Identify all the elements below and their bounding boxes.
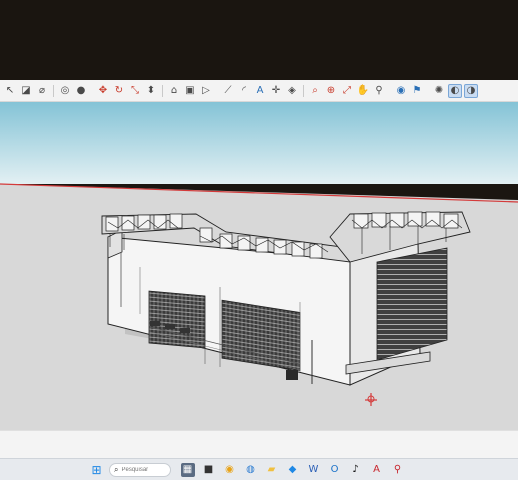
look-around-icon[interactable]: ◉ — [394, 84, 408, 98]
sketchup-icon[interactable]: ⚲ — [391, 463, 405, 477]
edge-icon[interactable]: ◍ — [244, 463, 258, 477]
section-plane-icon[interactable]: ◈ — [285, 84, 299, 98]
tiktok-icon[interactable]: ♪ — [349, 463, 363, 477]
paint-bucket-icon[interactable]: ⌂ — [167, 84, 181, 98]
select-icon[interactable]: ↖ — [3, 84, 17, 98]
fog-icon[interactable]: ◐ — [448, 83, 462, 98]
zoom-extents-icon[interactable]: ⤢ — [340, 84, 354, 98]
store-icon[interactable]: ◆ — [286, 463, 300, 477]
windows-taskbar: ⊞ ⌕ ▦ ■ ◉ ◍ ▰ ◆ W O ♪ A ⚲ — [0, 458, 518, 480]
user-icon[interactable]: ● — [74, 84, 88, 98]
3d-viewport[interactable] — [0, 102, 518, 430]
pan-icon[interactable]: ✋ — [356, 84, 370, 98]
shadows-icon[interactable]: ✺ — [432, 84, 446, 98]
orbit-icon[interactable]: ◎ — [58, 84, 72, 98]
status-bar — [0, 430, 518, 458]
push-pull-icon[interactable]: ⬍ — [144, 84, 158, 98]
recording-letterbox — [0, 0, 518, 80]
search-icon: ⌕ — [114, 464, 119, 474]
axes-icon[interactable]: ✛ — [269, 84, 283, 98]
eraser-icon[interactable]: ◪ — [19, 84, 33, 98]
move-icon[interactable]: ✥ — [96, 84, 110, 98]
taskbar-search-input[interactable] — [121, 466, 166, 473]
widgets-icon[interactable]: ▦ — [180, 462, 195, 477]
text-icon[interactable]: A — [253, 84, 267, 98]
word-icon[interactable]: W — [307, 463, 321, 477]
zoom-window-icon[interactable]: ⊕ — [324, 84, 338, 98]
rotate-icon[interactable]: ↻ — [112, 84, 126, 98]
screen: ↖ ◪ ⌀ ◎ ● ✥ ↻ ⤡ ⬍ ⌂ ▣ ▷ ⟋ ◜ A ✛ ◈ ⌕ ⊕ ⤢ … — [0, 0, 518, 480]
toolbar-divider — [162, 84, 163, 97]
chrome-icon[interactable]: ◉ — [223, 463, 237, 477]
folder-icon[interactable]: ▰ — [265, 463, 279, 477]
x-ray-icon[interactable]: ◑ — [464, 83, 478, 98]
scale-icon[interactable]: ⤡ — [128, 84, 142, 98]
sketchup-toolbar: ↖ ◪ ⌀ ◎ ● ✥ ↻ ⤡ ⬍ ⌂ ▣ ▷ ⟋ ◜ A ✛ ◈ ⌕ ⊕ ⤢ … — [0, 80, 518, 102]
sky-background — [0, 102, 518, 184]
autocad-icon[interactable]: A — [370, 463, 384, 477]
position-camera-icon[interactable]: ⚑ — [410, 84, 424, 98]
protractor-icon[interactable]: ◜ — [237, 84, 251, 98]
walk-icon[interactable]: ⚲ — [372, 84, 386, 98]
zoom-icon[interactable]: ⌕ — [308, 84, 322, 98]
windows-start-icon[interactable]: ⊞ — [90, 463, 104, 477]
taskbar-search-box[interactable]: ⌕ — [109, 462, 171, 477]
outlook-icon[interactable]: O — [328, 463, 342, 477]
follow-me-icon[interactable]: ▷ — [199, 84, 213, 98]
3d-scene — [0, 102, 518, 430]
tape-measure-icon[interactable]: ⌀ — [35, 84, 49, 98]
file-explorer-icon[interactable]: ■ — [202, 463, 216, 477]
toolbar-divider — [303, 84, 304, 97]
dimension-icon[interactable]: ⟋ — [221, 84, 235, 98]
toolbar-divider — [53, 84, 54, 97]
offset-icon[interactable]: ▣ — [183, 84, 197, 98]
